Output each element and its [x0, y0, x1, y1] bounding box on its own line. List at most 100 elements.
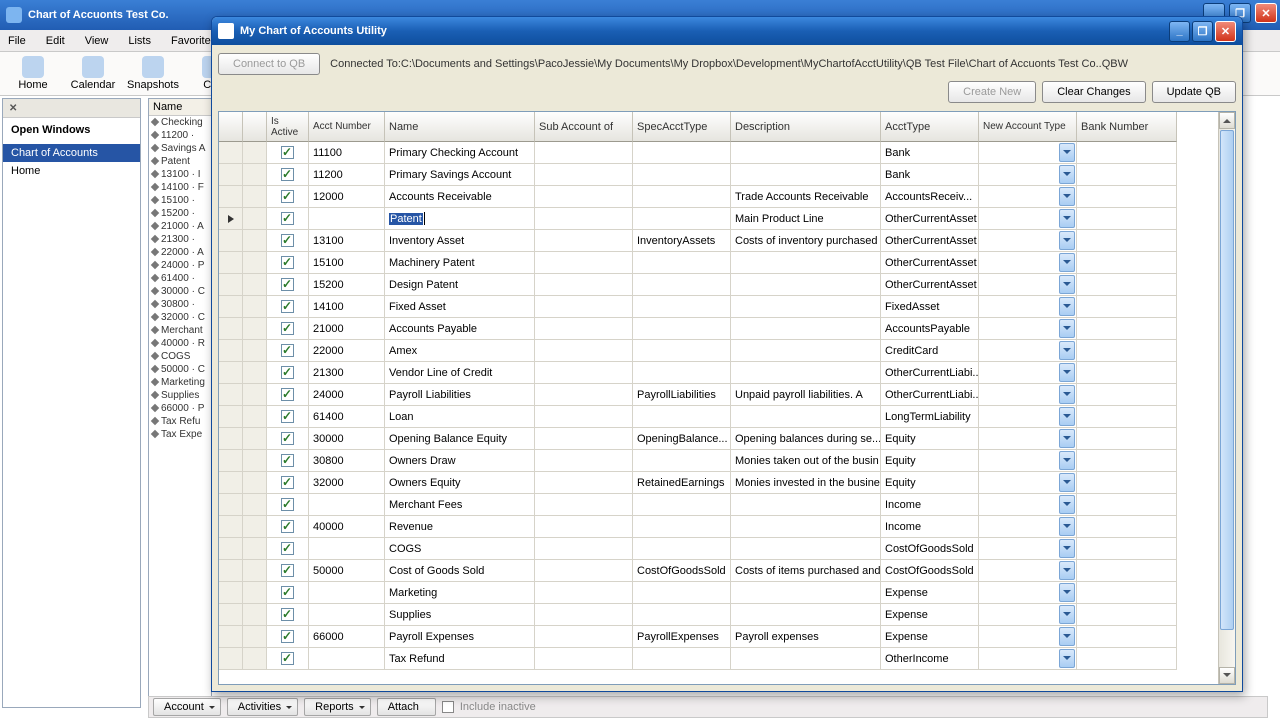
row-header[interactable] [219, 252, 243, 274]
acct-number-cell[interactable]: 12000 [309, 186, 385, 208]
is-active-checkbox[interactable] [281, 322, 294, 335]
coa-list-item[interactable]: 24000 · P [149, 259, 211, 272]
is-active-checkbox[interactable] [281, 432, 294, 445]
is-active-cell[interactable] [267, 362, 309, 384]
sub-account-cell[interactable] [535, 428, 633, 450]
is-active-checkbox[interactable] [281, 520, 294, 533]
acct-number-cell[interactable]: 15200 [309, 274, 385, 296]
is-active-checkbox[interactable] [281, 146, 294, 159]
row-header[interactable] [219, 626, 243, 648]
acct-number-cell[interactable]: 30000 [309, 428, 385, 450]
bank-number-cell[interactable] [1077, 186, 1177, 208]
spec-acct-type-cell[interactable]: PayrollExpenses [633, 626, 731, 648]
is-active-cell[interactable] [267, 252, 309, 274]
acct-type-cell[interactable]: AccountsPayable [881, 318, 979, 340]
acct-type-cell[interactable]: Income [881, 516, 979, 538]
acct-type-cell[interactable]: Income [881, 494, 979, 516]
acct-type-cell[interactable]: Expense [881, 626, 979, 648]
attach-button[interactable]: Attach [377, 698, 436, 716]
is-active-cell[interactable] [267, 164, 309, 186]
row-header[interactable] [219, 340, 243, 362]
description-cell[interactable] [731, 296, 881, 318]
sub-account-cell[interactable] [535, 604, 633, 626]
row-header[interactable] [219, 186, 243, 208]
is-active-checkbox[interactable] [281, 476, 294, 489]
sub-account-cell[interactable] [535, 648, 633, 670]
name-cell-editing[interactable]: Patent [385, 208, 535, 230]
acct-number-cell[interactable]: 30800 [309, 450, 385, 472]
spec-acct-type-cell[interactable] [633, 318, 731, 340]
activities-menu-button[interactable]: Activities [227, 698, 298, 716]
new-account-type-cell[interactable] [979, 142, 1077, 164]
sub-account-cell[interactable] [535, 582, 633, 604]
coa-list-item[interactable]: Merchant [149, 324, 211, 337]
bank-number-cell[interactable] [1077, 538, 1177, 560]
row-header[interactable] [219, 538, 243, 560]
is-active-checkbox[interactable] [281, 630, 294, 643]
sub-account-cell[interactable] [535, 538, 633, 560]
name-cell[interactable]: Marketing [385, 582, 535, 604]
update-qb-button[interactable]: Update QB [1152, 81, 1236, 103]
account-menu-button[interactable]: Account [153, 698, 221, 716]
acct-number-cell[interactable] [309, 648, 385, 670]
spec-acct-type-cell[interactable] [633, 164, 731, 186]
sub-account-cell[interactable] [535, 142, 633, 164]
is-active-cell[interactable] [267, 142, 309, 164]
is-active-cell[interactable] [267, 626, 309, 648]
column-header[interactable]: Description [731, 112, 881, 142]
dropdown-arrow-icon[interactable] [1059, 385, 1075, 404]
column-header[interactable]: New Account Type [979, 112, 1077, 142]
is-active-checkbox[interactable] [281, 168, 294, 181]
bank-number-cell[interactable] [1077, 340, 1177, 362]
row-header[interactable] [219, 450, 243, 472]
spec-acct-type-cell[interactable]: PayrollLiabilities [633, 384, 731, 406]
new-account-type-cell[interactable] [979, 384, 1077, 406]
coa-list-header[interactable]: Name [149, 99, 211, 116]
spec-acct-type-cell[interactable] [633, 516, 731, 538]
description-cell[interactable]: Main Product Line [731, 208, 881, 230]
bank-number-cell[interactable] [1077, 626, 1177, 648]
new-account-type-cell[interactable] [979, 208, 1077, 230]
is-active-cell[interactable] [267, 208, 309, 230]
new-account-type-cell[interactable] [979, 164, 1077, 186]
is-active-cell[interactable] [267, 604, 309, 626]
description-cell[interactable] [731, 340, 881, 362]
dropdown-arrow-icon[interactable] [1059, 297, 1075, 316]
spec-acct-type-cell[interactable] [633, 362, 731, 384]
is-active-checkbox[interactable] [281, 410, 294, 423]
is-active-cell[interactable] [267, 230, 309, 252]
scroll-down-button[interactable] [1219, 667, 1235, 684]
toolbar-snapshots[interactable]: Snapshots [124, 55, 182, 92]
pane-close-icon[interactable]: ✕ [9, 103, 19, 113]
dropdown-arrow-icon[interactable] [1059, 253, 1075, 272]
spec-acct-type-cell[interactable]: InventoryAssets [633, 230, 731, 252]
sub-account-cell[interactable] [535, 186, 633, 208]
description-cell[interactable] [731, 362, 881, 384]
row-header[interactable] [219, 318, 243, 340]
dropdown-arrow-icon[interactable] [1059, 517, 1075, 536]
acct-number-cell[interactable]: 15100 [309, 252, 385, 274]
include-inactive-checkbox[interactable] [442, 701, 454, 713]
acct-type-cell[interactable]: Equity [881, 428, 979, 450]
spec-acct-type-cell[interactable] [633, 208, 731, 230]
acct-number-cell[interactable] [309, 582, 385, 604]
coa-list-item[interactable]: 14100 · F [149, 181, 211, 194]
row-header[interactable] [219, 164, 243, 186]
row-header[interactable] [219, 516, 243, 538]
row-header[interactable] [219, 384, 243, 406]
description-cell[interactable]: Costs of inventory purchased [731, 230, 881, 252]
column-header[interactable] [243, 112, 267, 142]
name-cell[interactable]: Accounts Receivable [385, 186, 535, 208]
row-header[interactable] [219, 296, 243, 318]
is-active-checkbox[interactable] [281, 212, 294, 225]
sub-account-cell[interactable] [535, 362, 633, 384]
name-cell[interactable]: Opening Balance Equity [385, 428, 535, 450]
row-header[interactable] [219, 362, 243, 384]
row-header[interactable] [219, 274, 243, 296]
description-cell[interactable]: Monies invested in the busine [731, 472, 881, 494]
bank-number-cell[interactable] [1077, 648, 1177, 670]
bank-number-cell[interactable] [1077, 428, 1177, 450]
reports-menu-button[interactable]: Reports [304, 698, 371, 716]
acct-type-cell[interactable]: Bank [881, 142, 979, 164]
is-active-cell[interactable] [267, 516, 309, 538]
